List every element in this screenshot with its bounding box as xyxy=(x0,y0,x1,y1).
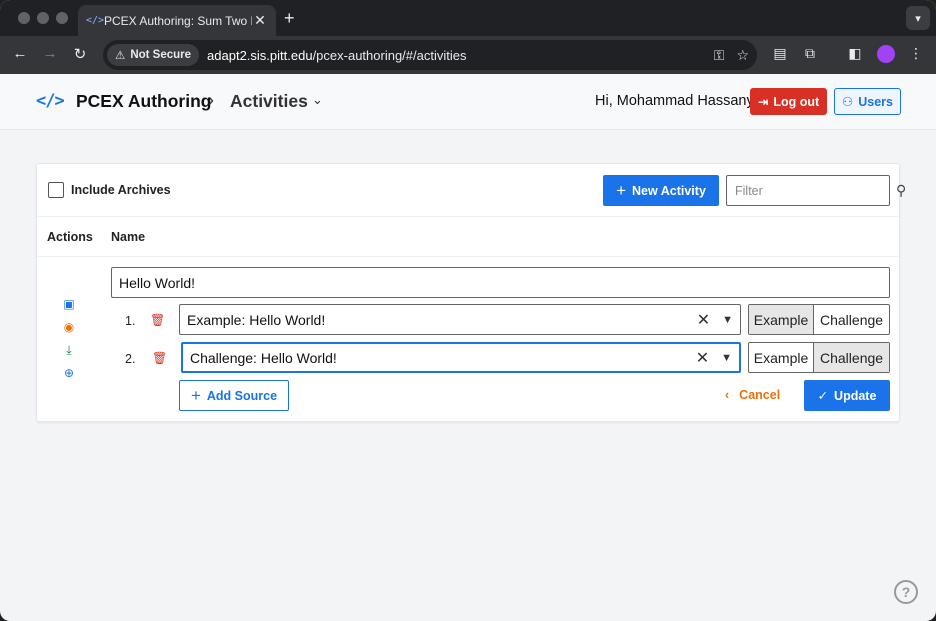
logout-button[interactable]: ⇥ Log out xyxy=(750,88,827,115)
browser-tab[interactable]: </> PCEX Authoring: Sum Two Nu ✕ xyxy=(78,5,276,36)
type-example-option[interactable]: Example xyxy=(749,343,815,372)
chevron-down-icon[interactable]: ⌄ xyxy=(312,92,323,108)
search-icon: ⚲ xyxy=(896,182,907,198)
code-favicon-icon: </> xyxy=(86,15,105,26)
include-archives-checkbox[interactable] xyxy=(48,182,64,198)
new-tab-icon[interactable]: + xyxy=(284,8,295,29)
trash-icon[interactable]: 🗑 xyxy=(152,351,167,365)
chevron-down-icon[interactable]: ▼ xyxy=(722,314,733,326)
address-bar[interactable]: ⚠ Not Secure adapt2.sis.pitt.edu/pcex-au… xyxy=(103,40,757,70)
clear-icon[interactable]: ✕ xyxy=(697,310,710,330)
divider xyxy=(37,216,899,217)
tab-close-icon[interactable]: ✕ xyxy=(252,12,268,29)
breadcrumb-current[interactable]: Activities xyxy=(230,91,308,112)
url-text[interactable]: adapt2.sis.pitt.edu/pcex-authoring/#/act… xyxy=(207,48,702,63)
plus-icon: + xyxy=(616,180,627,200)
tab-search-chevron-icon[interactable]: ▾ xyxy=(906,6,930,30)
back-arrow-icon[interactable]: ← xyxy=(10,45,30,62)
help-icon[interactable]: ? xyxy=(894,580,918,604)
update-button[interactable]: ✓ Update xyxy=(804,380,890,411)
activity-name-input[interactable]: Hello World! xyxy=(111,267,890,298)
column-header-name: Name xyxy=(111,230,146,244)
browser-window: </> PCEX Authoring: Sum Two Nu ✕ + ▾ ← →… xyxy=(0,0,936,621)
minimize-window-button[interactable] xyxy=(37,12,49,24)
trash-icon[interactable]: 🗑 xyxy=(150,313,165,327)
briefcase-icon[interactable]: ▣ xyxy=(62,297,76,311)
filter-input[interactable] xyxy=(735,183,896,198)
close-window-button[interactable] xyxy=(18,12,30,24)
type-challenge-option[interactable]: Challenge xyxy=(814,305,889,334)
key-icon[interactable]: ⚿ xyxy=(714,47,725,64)
globe-icon[interactable]: ⊕ xyxy=(62,366,76,380)
chevron-left-icon: ‹ xyxy=(725,388,730,402)
check-icon: ✓ xyxy=(817,389,829,403)
warning-triangle-icon: ⚠ xyxy=(115,50,126,62)
security-chip[interactable]: ⚠ Not Secure xyxy=(107,44,200,66)
code-logo-icon[interactable]: </> xyxy=(36,91,65,111)
forward-arrow-icon[interactable]: → xyxy=(40,45,60,62)
clear-icon[interactable]: ✕ xyxy=(696,348,709,368)
source-index: 1. xyxy=(125,314,136,328)
users-button[interactable]: ⚇ Users xyxy=(834,88,901,115)
users-icon: ⚇ xyxy=(842,95,854,109)
reload-icon[interactable]: ↻ xyxy=(70,45,90,63)
source-select-value: Example: Hello World! xyxy=(187,311,326,328)
type-challenge-option[interactable]: Challenge xyxy=(814,343,889,372)
plus-icon: + xyxy=(190,385,201,405)
add-source-button[interactable]: + Add Source xyxy=(179,380,289,411)
download-icon[interactable]: ⤓ xyxy=(62,343,76,357)
divider xyxy=(37,256,899,257)
chevron-down-icon[interactable]: ▼ xyxy=(721,352,732,364)
source-type-toggle: Example Challenge xyxy=(748,304,890,335)
chevron-right-icon: › xyxy=(208,90,214,110)
cancel-button[interactable]: ‹ Cancel xyxy=(725,388,780,402)
new-activity-button[interactable]: + New Activity xyxy=(603,175,719,206)
include-archives-label[interactable]: Include Archives xyxy=(71,183,171,197)
logout-icon: ⇥ xyxy=(757,95,769,109)
eye-icon[interactable]: ◉ xyxy=(62,320,76,334)
bookmark-star-icon[interactable]: ☆ xyxy=(736,47,749,64)
source-select[interactable]: Example: Hello World! ✕ ▼ xyxy=(179,304,741,335)
tab-strip: </> PCEX Authoring: Sum Two Nu ✕ + ▾ xyxy=(0,0,936,36)
browser-toolbar: ← → ↻ ⚠ Not Secure adapt2.sis.pitt.edu/p… xyxy=(0,36,936,74)
tab-title: PCEX Authoring: Sum Two Nu xyxy=(104,13,252,28)
app-header: </> PCEX Authoring › Activities ⌄ Hi, Mo… xyxy=(0,74,936,130)
source-index: 2. xyxy=(125,352,136,366)
brand-title[interactable]: PCEX Authoring xyxy=(76,91,211,112)
column-header-actions: Actions xyxy=(47,230,93,244)
source-select-value: Challenge: Hello World! xyxy=(190,349,337,366)
side-panel-icon[interactable]: ◧ xyxy=(845,45,865,62)
source-select[interactable]: Challenge: Hello World! ✕ ▼ xyxy=(181,342,741,373)
maximize-window-button[interactable] xyxy=(56,12,68,24)
browser-menu-icon[interactable]: ⋮ xyxy=(906,45,926,62)
user-greeting: Hi, Mohammad Hassany xyxy=(595,93,754,109)
activities-card: Include Archives + New Activity ⚲ Action… xyxy=(36,163,906,422)
extensions-puzzle-icon[interactable]: ⧉ xyxy=(800,45,820,62)
reading-list-icon[interactable]: ▤ xyxy=(770,45,790,62)
filter-field[interactable]: ⚲ xyxy=(726,175,906,206)
profile-avatar[interactable] xyxy=(877,45,895,63)
source-type-toggle: Example Challenge xyxy=(748,342,890,373)
type-example-option[interactable]: Example xyxy=(749,305,815,334)
